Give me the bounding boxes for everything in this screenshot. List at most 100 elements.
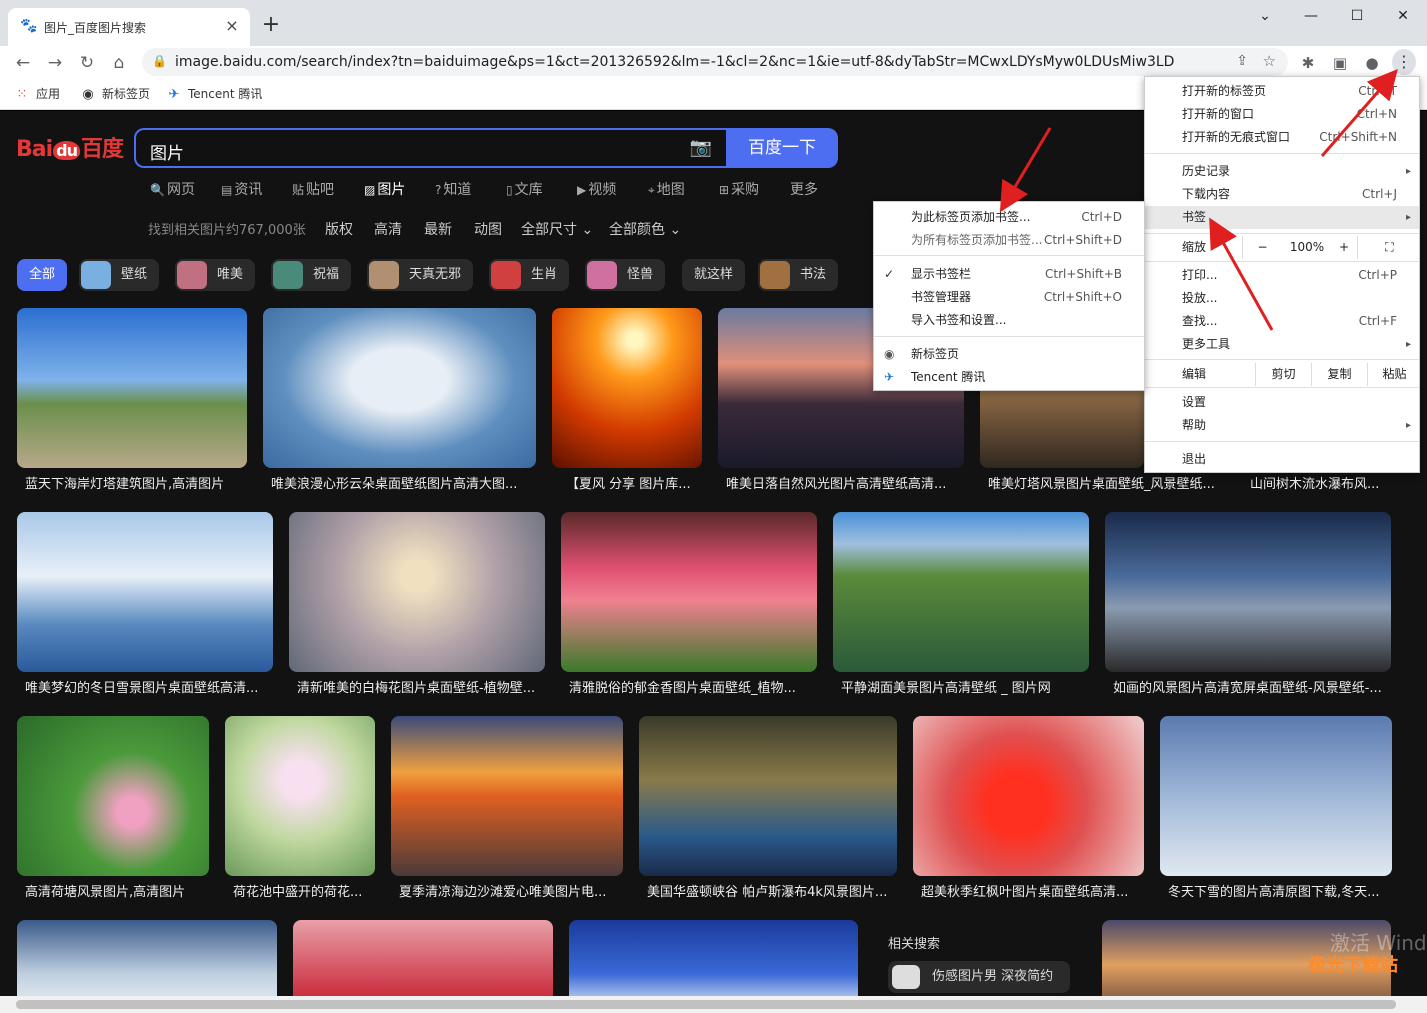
horizontal-scrollbar[interactable]: [0, 996, 1427, 1013]
submenu-show-bar[interactable]: ✓ 显示书签栏 Ctrl+Shift+B: [874, 263, 1144, 286]
chrome-menu-button[interactable]: ⋮: [1392, 49, 1416, 75]
menu-new-tab[interactable]: 打开新的标签页 Ctrl+T: [1145, 80, 1419, 103]
new-tab-button[interactable]: +: [258, 12, 284, 38]
image-caption[interactable]: 平静湖面美景图片高清壁纸 _ 图片网: [841, 677, 1089, 696]
chip-justthis[interactable]: 就这样: [682, 259, 746, 291]
image-snow-forest[interactable]: [17, 920, 277, 996]
menu-more-tools[interactable]: 更多工具 ▸: [1145, 333, 1419, 356]
zoom-plus-button[interactable]: +: [1332, 236, 1356, 259]
tab-close-icon[interactable]: ×: [222, 16, 242, 36]
nav-news[interactable]: ▤ 资讯: [221, 179, 262, 199]
chip-blessing[interactable]: 祝福: [271, 259, 352, 291]
image-caption[interactable]: 荷花池中盛开的荷花...: [233, 881, 375, 900]
image-tulips[interactable]: [561, 512, 817, 672]
filter-size[interactable]: 全部尺寸 ⌄: [521, 219, 593, 239]
menu-exit[interactable]: 退出: [1145, 448, 1419, 471]
menu-cast[interactable]: 投放...: [1145, 287, 1419, 310]
minimize-button[interactable]: —: [1288, 4, 1334, 28]
address-bar[interactable]: 🔒 image.baidu.com/search/index?tn=baidui…: [142, 48, 1288, 76]
related-search-chip[interactable]: 伤感图片男 深夜简约: [888, 961, 1070, 993]
edit-copy-button[interactable]: 复制: [1311, 363, 1367, 386]
submenu-import[interactable]: 导入书签和设置...: [874, 309, 1144, 332]
nav-purchase[interactable]: ⊞ 采购: [719, 179, 759, 199]
menu-bookmarks[interactable]: 书签 ▸: [1145, 206, 1419, 229]
filter-color[interactable]: 全部颜色 ⌄: [609, 219, 681, 239]
submenu-tencent[interactable]: ✈ Tencent 腾讯: [874, 366, 1144, 389]
forward-icon[interactable]: →: [42, 50, 68, 76]
chip-all[interactable]: 全部: [17, 259, 68, 291]
image-beach-sunset[interactable]: [391, 716, 623, 876]
filter-latest[interactable]: 最新: [424, 219, 452, 239]
image-sunset-silhouette[interactable]: [552, 308, 702, 468]
image-caption[interactable]: 超美秋季红枫叶图片桌面壁纸高清...: [921, 881, 1144, 900]
filter-hd[interactable]: 高清: [374, 219, 402, 239]
image-red-maple[interactable]: [913, 716, 1144, 876]
star-icon[interactable]: ☆: [1263, 52, 1276, 70]
chip-monster[interactable]: 怪兽: [585, 259, 666, 291]
menu-downloads[interactable]: 下载内容 Ctrl+J: [1145, 183, 1419, 206]
chip-aesthetic[interactable]: 唯美: [175, 259, 256, 291]
menu-incognito[interactable]: 打开新的无痕式窗口 Ctrl+Shift+N: [1145, 126, 1419, 149]
nav-map[interactable]: ⌖ 地图: [648, 179, 685, 199]
image-caption[interactable]: 唯美日落自然风光图片高清壁纸高清...: [726, 473, 964, 492]
nav-more[interactable]: 更多: [790, 179, 818, 199]
menu-new-window[interactable]: 打开新的窗口 Ctrl+N: [1145, 103, 1419, 126]
menu-history[interactable]: 历史记录 ▸: [1145, 160, 1419, 183]
fullscreen-icon[interactable]: ⛶: [1357, 236, 1421, 259]
image-caption[interactable]: 唯美梦幻的冬日雪景图片桌面壁纸高清...: [25, 677, 273, 696]
extensions-icon[interactable]: ✱: [1295, 50, 1321, 76]
filter-copyright[interactable]: 版权: [325, 219, 353, 239]
back-icon[interactable]: ←: [10, 50, 36, 76]
nav-wenku[interactable]: ▯ 文库: [506, 179, 543, 199]
submenu-manager[interactable]: 书签管理器 Ctrl+Shift+O: [874, 286, 1144, 309]
image-caption[interactable]: 美国华盛顿峡谷 帕卢斯瀑布4k风景图片...: [647, 881, 897, 900]
image-red-rose[interactable]: [293, 920, 553, 996]
nav-web[interactable]: 🔍 网页: [150, 179, 195, 199]
bookmark-apps[interactable]: ⁙ 应用: [14, 85, 60, 102]
submenu-newtab[interactable]: ◉ 新标签页: [874, 343, 1144, 366]
image-plum-blossom[interactable]: [289, 512, 545, 672]
submenu-bookmark-all[interactable]: 为所有标签页添加书签... Ctrl+Shift+D: [874, 229, 1144, 252]
image-caption[interactable]: 山间树木流水瀑布风...: [1250, 473, 1390, 492]
chip-zodiac[interactable]: 生肖: [489, 259, 570, 291]
image-caption[interactable]: 【夏风 分享 图片库...: [566, 473, 702, 492]
zoom-minus-button[interactable]: −: [1242, 236, 1282, 259]
image-caption[interactable]: 清雅脱俗的郁金香图片桌面壁纸_植物...: [569, 677, 817, 696]
chip-calligraphy[interactable]: 书法: [758, 259, 839, 291]
edit-cut-button[interactable]: 剪切: [1255, 363, 1311, 386]
chip-wallpaper[interactable]: 壁纸: [79, 259, 160, 291]
submenu-bookmark-tab[interactable]: 为此标签页添加书签... Ctrl+D: [874, 206, 1144, 229]
chip-innocent[interactable]: 天真无邪: [367, 259, 474, 291]
side-panel-icon[interactable]: ▣: [1327, 50, 1353, 76]
nav-tieba[interactable]: 贴贴吧: [292, 179, 334, 199]
baidu-logo[interactable]: Bai du 百度: [16, 131, 124, 163]
profile-icon[interactable]: ●: [1359, 50, 1385, 76]
close-window-button[interactable]: ✕: [1380, 4, 1426, 28]
menu-settings[interactable]: 设置: [1145, 391, 1419, 414]
menu-help[interactable]: 帮助 ▸: [1145, 414, 1419, 437]
nav-images[interactable]: ▨ 图片: [364, 179, 405, 199]
nav-zhidao[interactable]: ? 知道: [435, 179, 471, 199]
image-blue-sky[interactable]: [569, 920, 858, 996]
search-button[interactable]: 百度一下: [726, 128, 838, 168]
image-lighthouse[interactable]: [17, 308, 247, 468]
image-caption[interactable]: 清新唯美的白梅花图片桌面壁纸-植物壁...: [297, 677, 545, 696]
bookmark-newtab[interactable]: ◉ 新标签页: [80, 85, 150, 102]
menu-find[interactable]: 查找... Ctrl+F: [1145, 310, 1419, 333]
image-heart-cloud[interactable]: [263, 308, 536, 468]
tab-search-icon[interactable]: ⌄: [1242, 4, 1288, 28]
image-lotus-pond[interactable]: [17, 716, 209, 876]
image-fireworks-coast[interactable]: [1105, 512, 1391, 672]
image-caption[interactable]: 夏季清凉海边沙滩爱心唯美图片电...: [399, 881, 623, 900]
home-icon[interactable]: ⌂: [106, 50, 132, 76]
image-caption[interactable]: 蓝天下海岸灯塔建筑图片,高清图片: [25, 473, 247, 492]
image-winter-snow[interactable]: [17, 512, 273, 672]
image-lotus[interactable]: [225, 716, 375, 876]
edit-paste-button[interactable]: 粘贴: [1367, 363, 1421, 386]
filter-animated[interactable]: 动图: [474, 219, 502, 239]
maximize-button[interactable]: ☐: [1334, 4, 1380, 28]
camera-icon[interactable]: 📷: [690, 137, 712, 158]
image-lake[interactable]: [833, 512, 1089, 672]
image-caption[interactable]: 唯美灯塔风景图片桌面壁纸_风景壁纸...: [988, 473, 1228, 492]
image-caption[interactable]: 冬天下雪的图片高清原图下载,冬天...: [1168, 881, 1392, 900]
